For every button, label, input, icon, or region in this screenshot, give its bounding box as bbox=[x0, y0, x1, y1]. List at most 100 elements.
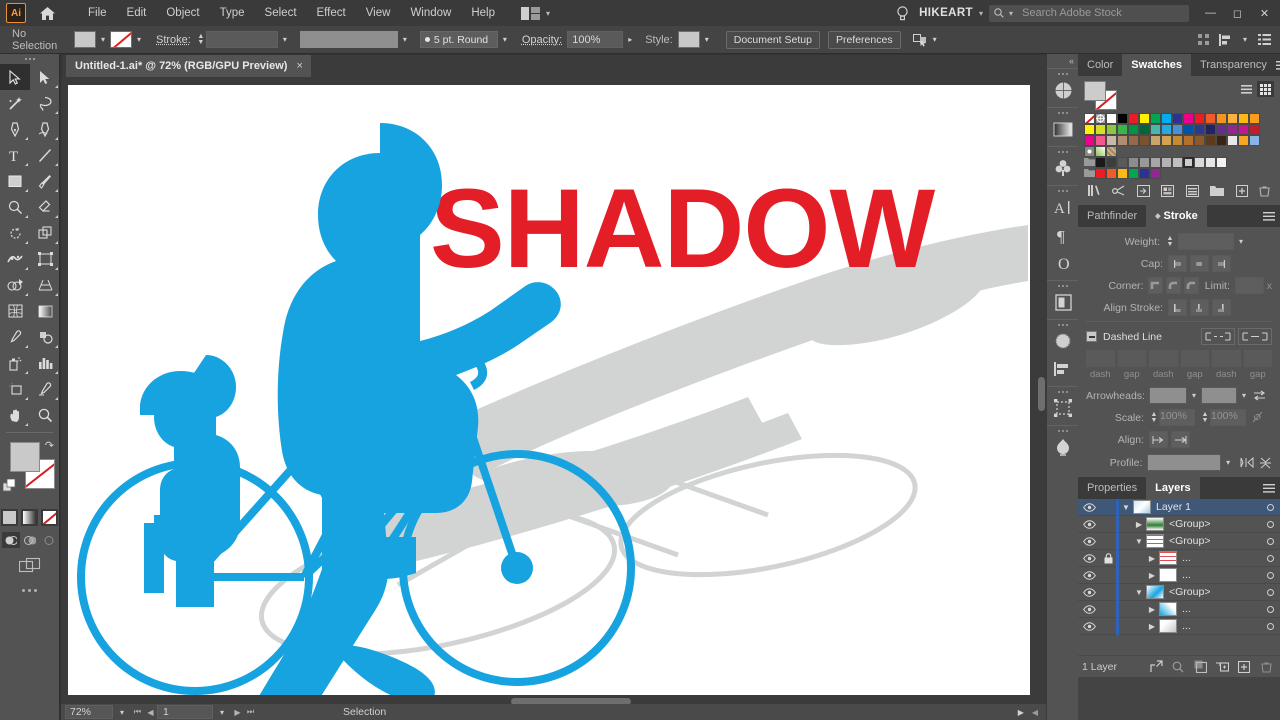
swatch-color[interactable] bbox=[1095, 124, 1106, 135]
chevron-down-icon[interactable]: ▾ bbox=[213, 708, 231, 717]
layer-row[interactable]: ▼ <Group> bbox=[1078, 532, 1280, 550]
grid-view-icon[interactable] bbox=[1192, 34, 1214, 45]
lasso-tool[interactable] bbox=[30, 90, 60, 116]
tab-stroke[interactable]: ◈ Stroke bbox=[1146, 205, 1207, 227]
target-circle-icon[interactable] bbox=[1260, 571, 1280, 579]
swatch-color[interactable] bbox=[1194, 157, 1205, 168]
line-segment-tool[interactable] bbox=[30, 142, 60, 168]
locate-object-icon[interactable] bbox=[1146, 658, 1166, 676]
swatch-options-icon[interactable] bbox=[1161, 184, 1175, 197]
visibility-eye-icon[interactable] bbox=[1078, 519, 1100, 529]
swatch-color[interactable] bbox=[1139, 135, 1150, 146]
draw-behind-icon[interactable] bbox=[21, 532, 39, 548]
layer-row[interactable]: ▶... bbox=[1078, 549, 1280, 567]
expand-panels-icon[interactable]: « bbox=[1047, 54, 1078, 68]
menu-effect[interactable]: Effect bbox=[307, 0, 356, 26]
weight-input[interactable] bbox=[1178, 233, 1234, 250]
last-artboard-button[interactable]: ⏭ bbox=[244, 707, 257, 717]
document-setup-button[interactable]: Document Setup bbox=[725, 30, 820, 49]
tab-swatches[interactable]: Swatches bbox=[1122, 54, 1192, 76]
stroke-weight-input[interactable] bbox=[205, 31, 278, 48]
previous-artboard-button[interactable]: ◀ bbox=[144, 708, 157, 717]
visibility-eye-icon[interactable] bbox=[1078, 587, 1100, 597]
change-screen-mode-icon[interactable] bbox=[0, 557, 59, 573]
swatch-color[interactable] bbox=[1106, 157, 1117, 168]
dash-input-1[interactable] bbox=[1086, 350, 1115, 367]
select-similar-objects-icon[interactable] bbox=[912, 33, 928, 47]
scale-start-stepper[interactable]: ▲ ▼ bbox=[1149, 409, 1159, 426]
visibility-eye-icon[interactable] bbox=[1078, 570, 1100, 580]
type-tool[interactable]: T bbox=[0, 142, 30, 168]
new-swatch-folder-icon[interactable] bbox=[1210, 185, 1225, 196]
layer-name[interactable]: ... bbox=[1182, 603, 1260, 615]
layer-name[interactable]: ... bbox=[1182, 569, 1260, 581]
preserve-dash-exact-button[interactable] bbox=[1201, 328, 1235, 345]
align-stroke-inside-button[interactable] bbox=[1190, 299, 1209, 316]
target-circle-icon[interactable] bbox=[1260, 537, 1280, 545]
create-new-sublayer-icon[interactable] bbox=[1212, 658, 1232, 676]
canvas-area[interactable]: SHADOW bbox=[61, 77, 1046, 697]
swatch-color[interactable] bbox=[1106, 168, 1117, 179]
shaper-tool[interactable] bbox=[0, 194, 30, 220]
align-stroke-center-button[interactable] bbox=[1168, 299, 1187, 316]
chevron-right-icon[interactable]: ▶ bbox=[1145, 571, 1159, 580]
swatch-color[interactable] bbox=[1172, 157, 1183, 168]
swatch-color[interactable] bbox=[1095, 135, 1106, 146]
symbols-icon[interactable] bbox=[1047, 154, 1079, 182]
hand-tool[interactable] bbox=[0, 402, 30, 428]
eyedropper-tool[interactable] bbox=[0, 324, 30, 350]
target-circle-icon[interactable] bbox=[1260, 605, 1280, 613]
swatch-color[interactable] bbox=[1128, 113, 1139, 124]
layer-row[interactable]: ▶... bbox=[1078, 566, 1280, 584]
chevron-down-icon[interactable]: ▼ bbox=[1132, 588, 1146, 597]
toolbar-grip[interactable] bbox=[0, 54, 59, 64]
visibility-eye-icon[interactable] bbox=[1078, 553, 1100, 563]
document-tab[interactable]: Untitled-1.ai* @ 72% (RGB/GPU Preview) × bbox=[66, 55, 311, 77]
chevron-down-icon[interactable]: ▾ bbox=[278, 31, 292, 48]
chevron-down-icon[interactable]: ▾ bbox=[96, 31, 110, 48]
align-options-icon[interactable] bbox=[1216, 33, 1236, 46]
link-arrowhead-scales-icon[interactable] bbox=[1252, 411, 1263, 424]
swatch-color[interactable] bbox=[1183, 124, 1194, 135]
delete-swatch-icon[interactable] bbox=[1259, 185, 1270, 197]
glyphs-icon[interactable]: O bbox=[1047, 249, 1079, 277]
chevron-right-icon[interactable]: ▶ bbox=[1145, 605, 1159, 614]
swatch-color[interactable] bbox=[1194, 113, 1205, 124]
swatch-color[interactable] bbox=[1150, 168, 1161, 179]
swatch-color[interactable] bbox=[1227, 124, 1238, 135]
color-guide-icon[interactable] bbox=[1047, 76, 1079, 104]
chevron-down-icon[interactable]: ▾ bbox=[977, 9, 989, 18]
make-clipping-mask-icon[interactable] bbox=[1190, 658, 1210, 676]
swatch-color[interactable] bbox=[1249, 135, 1260, 146]
target-circle-icon[interactable] bbox=[1260, 588, 1280, 596]
swatch-color[interactable] bbox=[1249, 113, 1260, 124]
tab-layers[interactable]: Layers bbox=[1146, 477, 1200, 499]
current-fill-swatch[interactable] bbox=[1084, 81, 1106, 101]
gap-input-3[interactable] bbox=[1243, 350, 1272, 367]
chevron-down-icon[interactable]: ▾ bbox=[1187, 387, 1201, 404]
tab-transparency[interactable]: Transparency bbox=[1191, 54, 1276, 76]
swatch-color[interactable] bbox=[1139, 157, 1150, 168]
panel-menu-icon[interactable] bbox=[1275, 54, 1280, 76]
preferences-button[interactable]: Preferences bbox=[827, 30, 901, 49]
panel-menu-icon[interactable] bbox=[1258, 477, 1280, 499]
layer-name[interactable]: <Group> bbox=[1169, 586, 1260, 598]
blend-tool[interactable] bbox=[30, 324, 60, 350]
bevel-join-button[interactable] bbox=[1183, 277, 1199, 294]
swatch-color[interactable] bbox=[1106, 113, 1117, 124]
layer-row[interactable]: ▶... bbox=[1078, 600, 1280, 618]
swatch-color[interactable] bbox=[1172, 124, 1183, 135]
layers-list[interactable]: ▼ Layer 1 ▶ <Group> ▼ <Group> ▶... ▶... ▼ <Group>… bbox=[1078, 498, 1280, 677]
visibility-eye-icon[interactable] bbox=[1078, 536, 1100, 546]
dash-input-3[interactable] bbox=[1212, 350, 1241, 367]
search-layer-icon[interactable] bbox=[1168, 658, 1188, 676]
flip-profile-vertical-icon[interactable] bbox=[1259, 457, 1272, 469]
swatch-none[interactable] bbox=[1084, 113, 1095, 124]
close-icon[interactable]: × bbox=[296, 60, 302, 72]
vertical-scrollbar[interactable] bbox=[1037, 77, 1046, 697]
swatch-color[interactable] bbox=[1249, 124, 1260, 135]
draw-inside-icon[interactable] bbox=[40, 532, 58, 548]
swatch-color[interactable] bbox=[1117, 157, 1128, 168]
character-icon[interactable]: A bbox=[1047, 193, 1079, 221]
slice-tool[interactable] bbox=[30, 376, 60, 402]
